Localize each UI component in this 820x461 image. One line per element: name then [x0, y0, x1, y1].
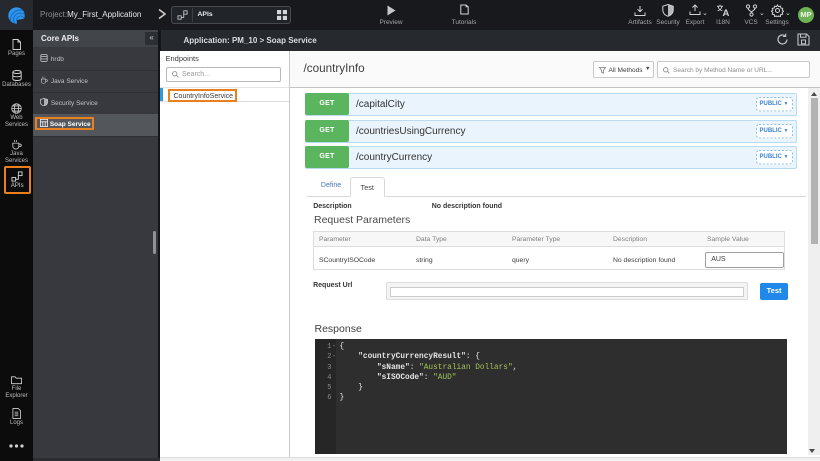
svg-text:A: A — [723, 8, 730, 17]
